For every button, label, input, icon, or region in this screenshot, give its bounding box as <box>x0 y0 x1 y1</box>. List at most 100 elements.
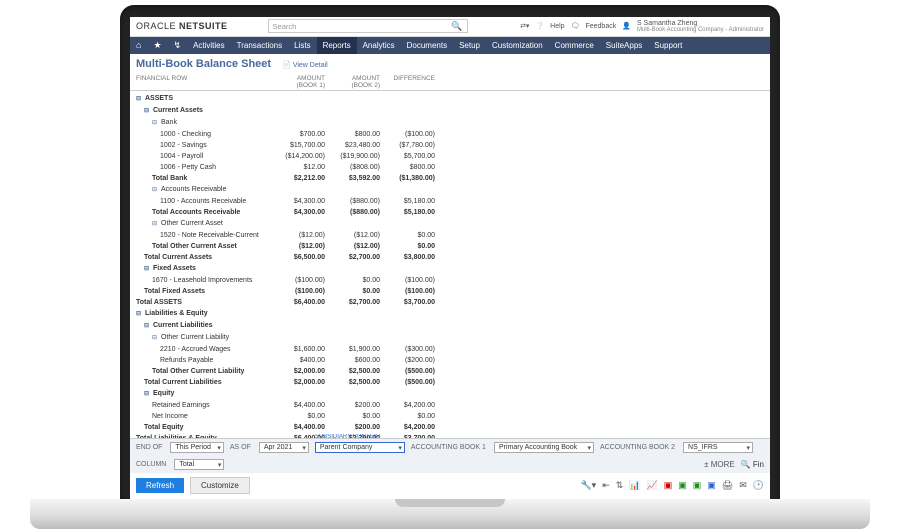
email-icon[interactable]: ✉ <box>739 480 747 491</box>
report-row: ⊟Bank <box>136 117 764 129</box>
graph-icon[interactable]: 📈 <box>647 480 658 491</box>
row-value: ($7,780.00) <box>386 140 441 151</box>
user-block[interactable]: S Samantha Zheng Multi-Book Accounting C… <box>637 20 764 33</box>
row-label[interactable]: ⊟Accounts Receivable <box>136 184 276 196</box>
nav-documents[interactable]: Documents <box>401 37 453 55</box>
row-label: Total ASSETS <box>136 297 276 308</box>
chart-icon[interactable]: 📊 <box>629 480 640 491</box>
nav-support[interactable]: Support <box>648 37 688 55</box>
row-value <box>386 332 441 344</box>
nav-shortcuts-icon[interactable]: ↯ <box>168 40 188 51</box>
report-row: ⊟Accounts Receivable <box>136 184 764 196</box>
nav-star-icon[interactable]: ★ <box>147 40 167 51</box>
row-value <box>386 93 441 105</box>
search-icon[interactable]: 🔍 <box>451 21 462 32</box>
row-label[interactable]: ⊟Current Assets <box>136 105 276 117</box>
collapse-icon[interactable]: ⊟ <box>152 333 159 344</box>
schedule-icon[interactable]: 🕑 <box>753 480 764 491</box>
nav-suiteapps[interactable]: SuiteApps <box>600 37 648 55</box>
row-value <box>386 105 441 117</box>
row-label[interactable]: ⊟Other Current Liability <box>136 332 276 344</box>
sort-icon[interactable]: ⇅ <box>616 480 624 491</box>
nav-activities[interactable]: Activities <box>187 37 231 55</box>
filter-find-icon[interactable]: 🔍 Fin <box>741 460 764 469</box>
row-label[interactable]: ⊟Fixed Assets <box>136 263 276 275</box>
row-label[interactable]: ⊟Equity <box>136 388 276 400</box>
nav-setup[interactable]: Setup <box>453 37 486 55</box>
row-value: $12.00 <box>276 162 331 173</box>
row-label[interactable]: ⊟Liabilities & Equity <box>136 308 276 320</box>
export-csv-icon[interactable]: ▣ <box>693 480 702 491</box>
export-xls-icon[interactable]: ▣ <box>678 480 687 491</box>
row-value <box>276 218 331 230</box>
collapse-icon[interactable]: ⊟ <box>144 321 151 332</box>
book1-select[interactable]: Primary Accounting Book <box>494 442 594 453</box>
nav-lists[interactable]: Lists <box>288 37 316 55</box>
view-detail-link[interactable]: 📄 View Detail <box>282 62 328 69</box>
nav-commerce[interactable]: Commerce <box>549 37 600 55</box>
feedback-icon[interactable]: 🗨 <box>571 22 580 30</box>
collapse-icon[interactable]: ⊟ <box>152 118 159 129</box>
report-row: ⊟Current Assets <box>136 105 764 117</box>
book2-select[interactable]: NS_IFRS <box>683 442 753 453</box>
row-value: ($12.00) <box>331 230 386 241</box>
row-value <box>276 93 331 105</box>
subsidiary-context-select[interactable]: Parent Company <box>315 442 405 453</box>
column-select[interactable]: Total <box>174 459 224 470</box>
row-value: $200.00 <box>331 400 386 411</box>
collapse-icon[interactable]: ⊟ <box>152 185 159 196</box>
row-value: ($500.00) <box>386 366 441 377</box>
nav-analytics[interactable]: Analytics <box>357 37 401 55</box>
feedback-label[interactable]: Feedback <box>585 23 616 30</box>
report-row: 2210 - Accrued Wages$1,600.00$1,900.00($… <box>136 344 764 355</box>
global-search[interactable]: Search 🔍 <box>268 19 468 33</box>
help-icon[interactable]: ❔ <box>535 22 544 30</box>
row-label[interactable]: ⊟Current Liabilities <box>136 320 276 332</box>
filters-more[interactable]: ± MORE <box>704 460 735 469</box>
row-value <box>276 308 331 320</box>
nav-reports[interactable]: Reports <box>317 37 357 55</box>
row-label: Total Current Assets <box>136 252 276 263</box>
row-label[interactable]: ⊟Bank <box>136 117 276 129</box>
row-value: $1,600.00 <box>276 344 331 355</box>
as-of-label: AS OF <box>230 444 251 451</box>
customize-button[interactable]: Customize <box>190 477 250 494</box>
as-of-select[interactable]: Apr 2021 <box>259 442 309 453</box>
nav-home-icon[interactable]: ⌂ <box>130 40 147 50</box>
nav-transactions[interactable]: Transactions <box>231 37 289 55</box>
avatar-icon[interactable]: 👤 <box>622 22 631 30</box>
options-icon[interactable]: 🔧▾ <box>580 480 596 491</box>
nav-prev-icon[interactable]: ⇤ <box>602 480 610 491</box>
export-pdf-icon[interactable]: ▣ <box>664 480 673 491</box>
print-icon[interactable]: 🖨 <box>722 480 733 491</box>
refresh-button[interactable]: Refresh <box>136 478 184 493</box>
row-label: 1100 - Accounts Receivable <box>136 196 276 207</box>
row-value: $15,700.00 <box>276 140 331 151</box>
row-value: ($100.00) <box>386 286 441 297</box>
collapse-icon[interactable]: ⊟ <box>144 264 151 275</box>
role-switch-icon[interactable]: ⇄▾ <box>520 22 529 30</box>
collapse-icon[interactable]: ⊟ <box>144 389 151 400</box>
report-row: 1670 - Leasehold Improvements($100.00)$0… <box>136 275 764 286</box>
row-value: ($200.00) <box>386 355 441 366</box>
row-value <box>386 320 441 332</box>
main-nav: ⌂ ★ ↯ ActivitiesTransactionsListsReports… <box>130 37 770 55</box>
collapse-icon[interactable]: ⊟ <box>152 219 159 230</box>
nav-customization[interactable]: Customization <box>486 37 549 55</box>
report-actions: Refresh Customize 🔧▾ ⇤ ⇅ 📊 📈 ▣ ▣ ▣ ▣ 🖨 ✉… <box>130 473 770 500</box>
row-value: ($19,900.00) <box>331 151 386 162</box>
row-value <box>331 184 386 196</box>
help-label[interactable]: Help <box>550 23 564 30</box>
report-body: ⊟ASSETS⊟Current Assets⊟Bank1000 - Checki… <box>130 91 770 438</box>
row-value <box>276 105 331 117</box>
export-doc-icon[interactable]: ▣ <box>707 480 716 491</box>
end-of-select[interactable]: This Period <box>170 442 223 453</box>
row-value: $2,700.00 <box>331 252 386 263</box>
row-label[interactable]: ⊟Other Current Asset <box>136 218 276 230</box>
book2-label: ACCOUNTING BOOK 2 <box>600 444 675 451</box>
collapse-icon[interactable]: ⊟ <box>136 309 143 320</box>
row-value: $3,800.00 <box>386 252 441 263</box>
collapse-icon[interactable]: ⊟ <box>136 94 143 105</box>
collapse-icon[interactable]: ⊟ <box>144 106 151 117</box>
row-label[interactable]: ⊟ASSETS <box>136 93 276 105</box>
